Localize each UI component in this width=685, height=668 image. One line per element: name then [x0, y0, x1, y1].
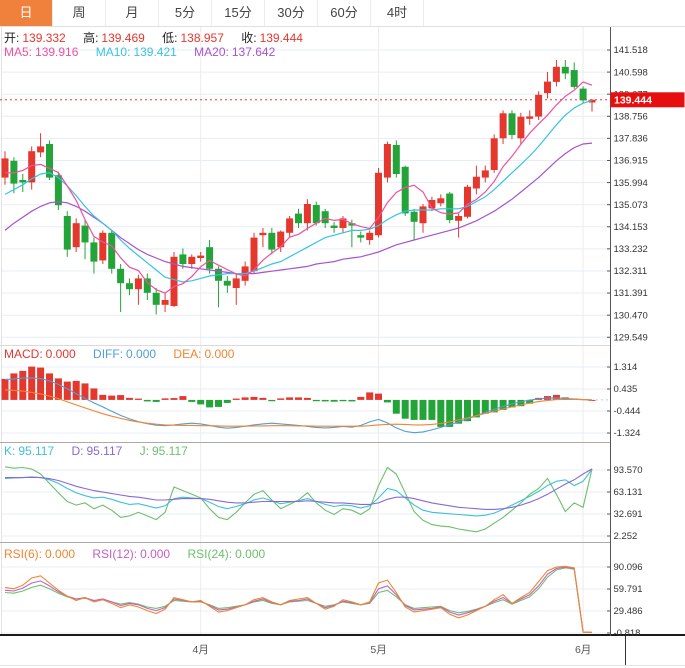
ma10-value: 139.421 — [133, 45, 177, 59]
svg-text:-0.444: -0.444 — [614, 406, 641, 417]
open-value: 139.332 — [22, 31, 66, 45]
rsi6-value: 0.000 — [45, 547, 76, 561]
rsi12-label: RSI(12): — [92, 547, 138, 561]
svg-text:32.691: 32.691 — [614, 509, 643, 520]
open-label: 开: — [4, 31, 20, 45]
macd-label: MACD: — [4, 347, 43, 361]
d-label: D: — [71, 444, 84, 458]
chart-canvas[interactable]: 141.518140.598139.677138.756137.836136.9… — [0, 0, 685, 668]
svg-text:63.131: 63.131 — [614, 487, 643, 498]
svg-text:133.232: 133.232 — [614, 244, 648, 255]
diff-value: 0.000 — [126, 347, 157, 361]
svg-text:90.096: 90.096 — [614, 562, 643, 573]
svg-text:4月: 4月 — [192, 644, 208, 656]
macd-header: MACD: 0.000 DIFF: 0.000 DEA: 0.000 — [4, 347, 237, 361]
close-value: 139.444 — [259, 31, 303, 45]
high-value: 139.469 — [101, 31, 145, 45]
svg-text:-1.324: -1.324 — [614, 428, 641, 439]
svg-text:135.994: 135.994 — [614, 178, 648, 189]
d-value: 95.117 — [86, 444, 123, 458]
low-value: 138.957 — [180, 31, 224, 45]
rsi6-label: RSI(6): — [4, 547, 43, 561]
svg-text:134.153: 134.153 — [614, 222, 648, 233]
j-label: J: — [139, 444, 149, 458]
k-value: 95.117 — [18, 444, 55, 458]
tab-日[interactable]: 日 — [0, 0, 53, 26]
svg-text:1.314: 1.314 — [614, 362, 638, 373]
tab-5分[interactable]: 5分 — [159, 0, 212, 26]
j-value: 95.117 — [152, 444, 188, 458]
high-label: 高: — [83, 31, 99, 45]
svg-text:132.311: 132.311 — [614, 266, 648, 277]
svg-text:136.915: 136.915 — [614, 156, 648, 167]
timeframe-tabbar: 日周月 5分 15分 30分 60分 4时 — [0, 0, 685, 27]
low-label: 低: — [162, 31, 178, 45]
svg-text:131.391: 131.391 — [614, 288, 648, 299]
svg-text:6月: 6月 — [575, 644, 591, 656]
svg-text:2.252: 2.252 — [614, 531, 638, 542]
dea-value: 0.000 — [204, 347, 235, 361]
diff-label: DIFF: — [93, 347, 124, 361]
tab-4时[interactable]: 4时 — [371, 0, 424, 26]
rsi24-label: RSI(24): — [187, 547, 233, 561]
rsi-header: RSI(6): 0.000 RSI(12): 0.000 RSI(24): 0.000 — [4, 547, 268, 561]
ohlc-header: 开: 139.332 高: 139.469 低: 138.957 收: 139.444 — [4, 29, 306, 46]
rsi24-value: 0.000 — [235, 547, 266, 561]
kdj-header: K: 95.117 D: 95.117 J: 95.117 — [4, 444, 191, 458]
ma20-label: MA20: — [194, 45, 229, 59]
ma5-value: 139.916 — [35, 45, 79, 59]
ma5-label: MA5: — [4, 45, 33, 59]
svg-text:29.486: 29.486 — [614, 606, 643, 617]
trading-chart-app: 日周月5分15分30分60分4时 141.518140.598139.67713… — [0, 0, 685, 668]
ma20-value: 137.642 — [231, 45, 276, 59]
svg-text:141.518: 141.518 — [614, 45, 648, 56]
tab-周[interactable]: 周 — [53, 0, 106, 26]
svg-text:139.444: 139.444 — [614, 95, 652, 107]
k-label: K: — [4, 444, 16, 458]
svg-text:59.791: 59.791 — [614, 584, 643, 595]
svg-text:140.598: 140.598 — [614, 67, 648, 78]
ma-header: MA5: 139.916 MA10: 139.421 MA20: 137.642 — [4, 45, 278, 59]
ma10-label: MA10: — [95, 45, 131, 59]
svg-text:5月: 5月 — [370, 644, 386, 656]
rsi12-value: 0.000 — [140, 547, 171, 561]
svg-text:93.570: 93.570 — [614, 465, 643, 476]
dea-label: DEA: — [173, 347, 202, 361]
tab-月[interactable]: 月 — [106, 0, 159, 26]
svg-text:130.470: 130.470 — [614, 310, 648, 321]
svg-text:0.435: 0.435 — [614, 384, 638, 395]
tab-15分[interactable]: 15分 — [212, 0, 265, 26]
close-label: 收: — [241, 31, 257, 45]
svg-text:138.756: 138.756 — [614, 111, 648, 122]
svg-text:135.073: 135.073 — [614, 200, 648, 211]
tab-60分[interactable]: 60分 — [318, 0, 371, 26]
tab-30分[interactable]: 30分 — [265, 0, 318, 26]
svg-text:-0.818: -0.818 — [614, 628, 641, 639]
macd-value: 0.000 — [45, 347, 76, 361]
svg-text:129.549: 129.549 — [614, 332, 648, 343]
svg-text:137.836: 137.836 — [614, 134, 648, 145]
